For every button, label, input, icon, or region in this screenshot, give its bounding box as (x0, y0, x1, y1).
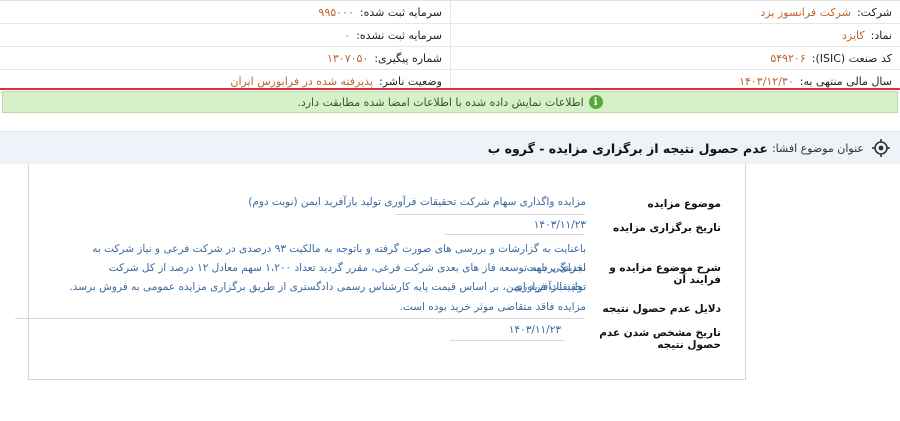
tracking-number-label: شماره پیگیری: (374, 51, 442, 65)
failure-reasons-underline (15, 318, 585, 319)
company-label: شرکت: (856, 5, 892, 19)
unregistered-capital-value: ۰ (344, 28, 351, 42)
auction-details-box: موضوع مزایده مزایده واگذاری سهام شرکت تح… (15, 164, 746, 380)
banner-text: اطلاعات نمایش داده شده با اطلاعات امضا ش… (297, 95, 584, 109)
failure-date-value: ۱۴۰۳/۱۱/۲۳ (508, 324, 561, 336)
crosshair-icon (872, 139, 890, 157)
fiscal-year-value: ۱۴۰۳/۱۲/۳۰ (739, 74, 794, 88)
tracking-number-cell: شماره پیگیری: ۱۳۰۷۰۵۰ (0, 47, 450, 69)
company-info-table: شرکت: شرکت فرانسوز یزد سرمایه ثبت شده: ۹… (0, 0, 900, 93)
symbol-value: کایزد (841, 28, 865, 42)
auction-description-line-3: تولید بازآفرید ایمن، بر اساس قیمت پایه ک… (69, 281, 586, 293)
unregistered-capital-label: سرمایه ثبت نشده: (356, 28, 442, 42)
registered-capital-cell: سرمایه ثبت شده: ۹۹۵۰۰۰ (0, 1, 450, 23)
disclosure-title-label: عنوان موضوع افشا: (771, 141, 864, 155)
auction-subject-value: مزایده واگذاری سهام شرکت تحقیقات فرآوری … (248, 196, 586, 208)
banner-top-border (0, 88, 900, 90)
failure-date-underline (450, 340, 565, 341)
disclosure-title-value: عدم حصول نتیجه از برگزاری مزایده - گروه … (487, 140, 768, 156)
isic-value: ۵۴۹۲۰۶ (770, 51, 806, 65)
failure-date-label: تاریخ مشخص شدن عدم حصول نتیجه (599, 327, 721, 351)
company-cell: شرکت: شرکت فرانسوز یزد (450, 1, 900, 23)
publisher-status-label: وضعیت ناشر: (379, 74, 442, 88)
auction-subject-label: موضوع مزایده (647, 198, 721, 210)
failure-reasons-label: دلایل عدم حصول نتیجه (602, 303, 721, 315)
registered-capital-label: سرمایه ثبت شده: (359, 5, 442, 19)
tracking-number-value: ۱۳۰۷۰۵۰ (326, 51, 369, 65)
auction-subject-underline (395, 214, 585, 215)
failure-reasons-value: مزایده فاقد متقاضی موثر خرید بوده است. (399, 301, 586, 313)
isic-label: کد صنعت (ISIC): (811, 51, 892, 65)
auction-description-label: شرح موضوع مزایده و فرایند آن (609, 262, 721, 286)
unregistered-capital-cell: سرمایه ثبت نشده: ۰ (0, 24, 450, 46)
fiscal-year-label: سال مالی منتهی به: (799, 74, 892, 88)
info-row-symbol: نماد: کایزد سرمایه ثبت نشده: ۰ (0, 24, 900, 47)
info-icon: i (588, 95, 603, 109)
isic-cell: کد صنعت (ISIC): ۵۴۹۲۰۶ (450, 47, 900, 69)
publisher-status-value: پذیرفته شده در فرابورس ایران (230, 74, 374, 88)
registered-capital-value: ۹۹۵۰۰۰ (318, 5, 354, 19)
symbol-label: نماد: (870, 28, 892, 42)
info-row-isic: کد صنعت (ISIC): ۵۴۹۲۰۶ شماره پیگیری: ۱۳۰… (0, 47, 900, 70)
disclosure-title-bar: عنوان موضوع افشا: عدم حصول نتیجه از برگز… (0, 131, 900, 164)
auction-date-value: ۱۴۰۳/۱۱/۲۳ (533, 219, 586, 231)
company-value: شرکت فرانسوز یزد (760, 5, 851, 19)
symbol-cell: نماد: کایزد (450, 24, 900, 46)
auction-date-label: تاریخ برگزاری مزایده (613, 222, 721, 234)
auction-date-underline (445, 234, 585, 235)
info-row-company: شرکت: شرکت فرانسوز یزد سرمایه ثبت شده: ۹… (0, 1, 900, 24)
signature-verified-banner: i اطلاعات نمایش داده شده با اطلاعات امضا… (2, 91, 898, 113)
